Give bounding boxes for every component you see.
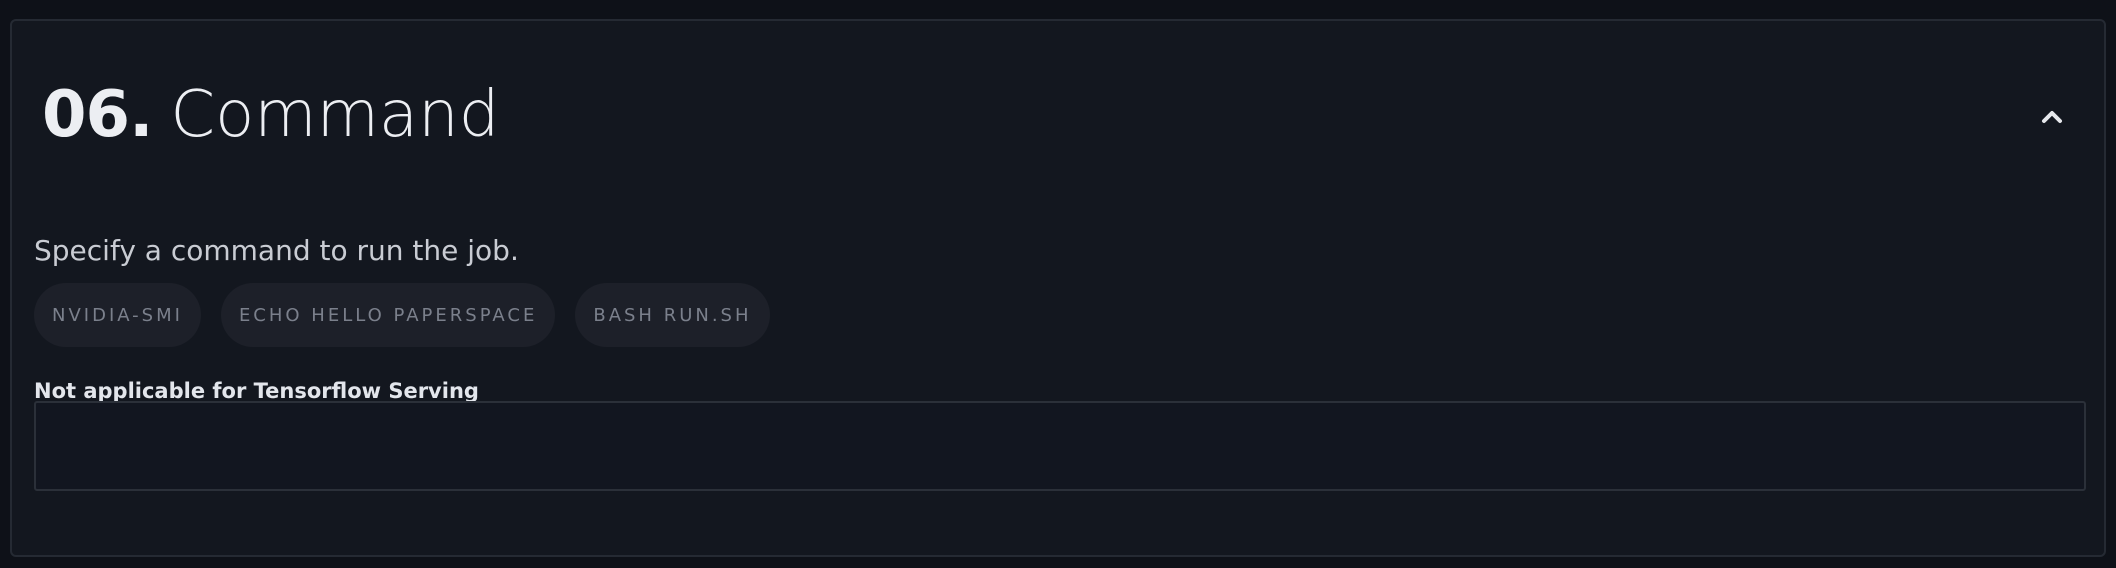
section-name: Command bbox=[170, 78, 500, 152]
suggestion-chip-nvidia-smi[interactable]: NVIDIA-SMI bbox=[34, 283, 201, 347]
command-suggestions: NVIDIA-SMI ECHO HELLO PAPERSPACE BASH RU… bbox=[34, 283, 770, 347]
section-number: 06. bbox=[42, 78, 153, 152]
command-section-panel: 06. Command Specify a command to run the… bbox=[10, 19, 2106, 557]
chevron-up-icon bbox=[2042, 111, 2062, 123]
suggestion-chip-echo-hello-paperspace[interactable]: ECHO HELLO PAPERSPACE bbox=[220, 283, 556, 347]
command-input[interactable] bbox=[34, 401, 2086, 491]
section-title: 06. Command bbox=[42, 65, 499, 165]
section-description: Specify a command to run the job. bbox=[34, 234, 519, 267]
collapse-section-button[interactable] bbox=[2026, 91, 2078, 143]
suggestion-chip-bash-run[interactable]: BASH RUN.SH bbox=[575, 283, 770, 347]
